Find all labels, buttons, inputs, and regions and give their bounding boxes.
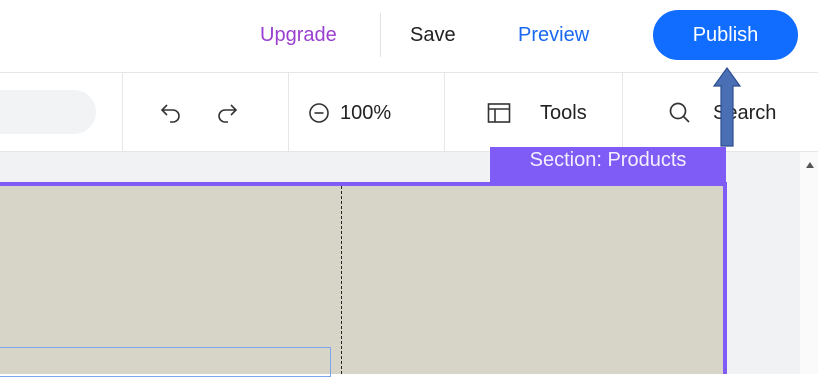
top-divider (380, 13, 381, 57)
vertical-scrollbar[interactable] (800, 152, 818, 374)
tools-icon[interactable] (487, 102, 511, 124)
toolbar-divider (622, 73, 623, 152)
search-icon[interactable] (668, 101, 692, 125)
zoom-level[interactable]: 100% (340, 100, 391, 126)
products-section[interactable] (0, 182, 727, 374)
gridline-guide (341, 186, 342, 374)
annotation-arrow-icon (712, 66, 742, 147)
toolbar-divider (122, 73, 123, 152)
section-label: Section: Products (529, 149, 687, 171)
top-bar: Upgrade Save Preview Publish (0, 0, 818, 72)
save-button[interactable]: Save (410, 22, 456, 48)
toolbar-input-pill[interactable] (0, 90, 96, 134)
preview-button[interactable]: Preview (518, 22, 589, 48)
toolbar-divider (288, 73, 289, 152)
publish-label: Publish (692, 23, 759, 46)
section-label-tag[interactable]: Section: Products (490, 147, 726, 183)
strip-outline[interactable] (0, 347, 331, 377)
editor-toolbar: 100% Tools Search (0, 72, 818, 152)
upgrade-link[interactable]: Upgrade (260, 22, 337, 48)
redo-icon[interactable] (214, 101, 240, 125)
zoom-out-icon[interactable] (308, 102, 330, 124)
tools-label[interactable]: Tools (540, 100, 587, 126)
undo-icon[interactable] (158, 101, 184, 125)
scroll-up-icon[interactable] (806, 162, 814, 168)
toolbar-divider (444, 73, 445, 152)
publish-button[interactable]: Publish (653, 10, 798, 60)
